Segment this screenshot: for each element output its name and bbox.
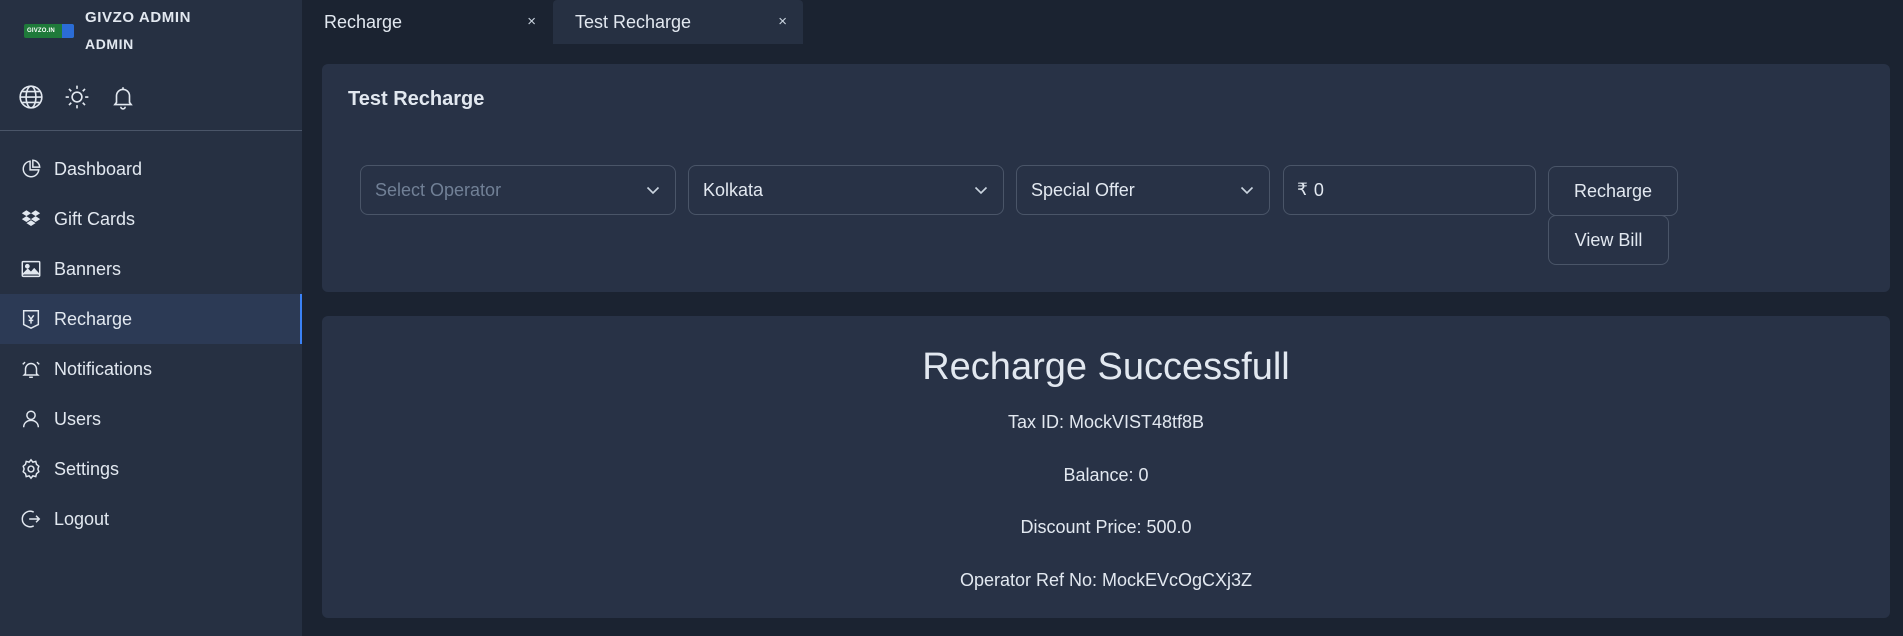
recharge-result: Recharge Successfull Tax ID: MockVIST48t… xyxy=(322,316,1890,618)
plan-select[interactable]: Special Offer xyxy=(1016,165,1270,215)
operator-select-value: Select Operator xyxy=(375,179,502,200)
sidebar-nav: Dashboard Gift Cards Banners Recharge No… xyxy=(0,144,302,544)
chevron-down-icon xyxy=(1239,182,1255,198)
operator-select[interactable]: Select Operator xyxy=(360,165,676,215)
result-title: Recharge Successfull xyxy=(922,346,1290,388)
app-root: GIVZO.IN GIVZO ADMIN ADMIN Dashboard Gif… xyxy=(0,0,1903,636)
globe-icon[interactable] xyxy=(18,84,44,110)
operator-ref-no: Operator Ref No: MockEVcOgCXj3Z xyxy=(959,570,1253,590)
sidebar-item-label: Banners xyxy=(54,258,122,279)
view-bill-button[interactable]: View Bill xyxy=(1548,215,1669,265)
sidebar-item-label: Logout xyxy=(54,508,110,529)
tab-bar: Recharge × Test Recharge × xyxy=(302,0,1903,44)
recharge-icon xyxy=(20,308,42,330)
sidebar-item-label: Recharge xyxy=(54,308,133,329)
chevron-down-icon xyxy=(645,182,661,198)
plan-select-value: Special Offer xyxy=(1031,179,1135,200)
user-icon xyxy=(20,408,42,430)
sidebar-item-label: Gift Cards xyxy=(54,208,136,229)
balance: Balance: 0 xyxy=(1063,465,1149,485)
chevron-down-icon xyxy=(973,182,989,198)
tax-id: Tax ID: MockVIST48tf8B xyxy=(1007,412,1205,432)
sidebar-item-dashboard[interactable]: Dashboard xyxy=(0,144,302,194)
sidebar-item-label: Dashboard xyxy=(54,158,143,179)
amount-value: 0 xyxy=(1313,179,1324,200)
tab-label: Recharge xyxy=(324,11,403,32)
alarm-icon xyxy=(20,358,42,380)
sidebar-item-users[interactable]: Users xyxy=(0,394,302,444)
circle-select[interactable]: Kolkata xyxy=(688,165,1004,215)
brand-logo-text: GIVZO.IN xyxy=(27,28,55,34)
tab-label: Test Recharge xyxy=(575,11,692,32)
discount-price: Discount Price: 500.0 xyxy=(1020,517,1192,537)
tab-recharge[interactable]: Recharge × xyxy=(302,0,552,44)
gear-icon xyxy=(20,458,42,480)
sidebar-item-gift-cards[interactable]: Gift Cards xyxy=(0,194,302,244)
sidebar-item-label: Settings xyxy=(54,458,120,479)
rupee-icon: ₹ xyxy=(1297,180,1308,199)
tab-test-recharge[interactable]: Test Recharge × xyxy=(553,0,803,44)
sidebar: GIVZO.IN GIVZO ADMIN ADMIN Dashboard Gif… xyxy=(0,0,302,636)
sidebar-item-label: Users xyxy=(54,408,102,429)
brand-name: GIVZO ADMIN xyxy=(85,9,192,26)
pie-chart-icon xyxy=(20,158,42,180)
circle-select-value: Kolkata xyxy=(703,179,764,200)
sidebar-item-banners[interactable]: Banners xyxy=(0,244,302,294)
image-icon xyxy=(20,258,42,280)
sidebar-item-notifications[interactable]: Notifications xyxy=(0,344,302,394)
sidebar-item-label: Notifications xyxy=(54,358,153,379)
page-title: Test Recharge xyxy=(348,88,485,110)
sidebar-item-recharge[interactable]: Recharge xyxy=(0,294,302,344)
bell-icon[interactable] xyxy=(110,84,136,110)
close-icon[interactable]: × xyxy=(527,13,536,30)
sun-icon[interactable] xyxy=(64,84,90,110)
sidebar-item-settings[interactable]: Settings xyxy=(0,444,302,494)
amount-input[interactable]: ₹ 0 xyxy=(1283,165,1536,215)
close-icon[interactable]: × xyxy=(778,13,787,30)
brand: GIVZO.IN GIVZO ADMIN ADMIN xyxy=(0,0,302,56)
quick-icons xyxy=(18,84,136,114)
brand-logo-tag xyxy=(62,24,74,38)
sidebar-divider xyxy=(0,130,302,131)
dropbox-icon xyxy=(20,208,42,230)
recharge-button[interactable]: Recharge xyxy=(1548,166,1678,216)
logout-icon xyxy=(20,508,42,530)
sidebar-item-logout[interactable]: Logout xyxy=(0,494,302,544)
brand-role: ADMIN xyxy=(85,36,134,52)
brand-logo: GIVZO.IN xyxy=(24,24,74,38)
test-recharge-form: Test Recharge Select Operator Kolkata Sp… xyxy=(322,64,1890,292)
